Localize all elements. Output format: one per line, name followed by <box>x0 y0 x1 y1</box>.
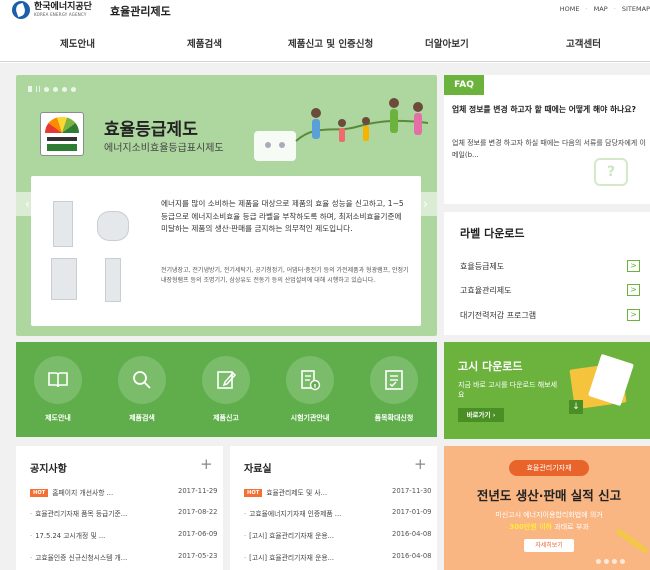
hero-slider: 효율등급제도 에너지소비효율등급표시제도 ‹ › 에너지를 많이 소비하는 제품… <box>16 75 437 336</box>
edit-icon <box>217 371 237 389</box>
arrow-right-icon[interactable]: > <box>627 260 640 272</box>
air-purifier-icon <box>105 258 121 302</box>
faq-question[interactable]: 업체 정보를 변경 하고자 할 때에는 어떻게 해야 하나요? <box>452 103 647 116</box>
checklist-icon <box>385 370 403 390</box>
notice-download-subtitle: 지금 바로 고시를 다운로드 해보세요 <box>458 381 558 399</box>
table-row[interactable]: HOT 홈페이지 개선사항 ... 2017-11-29 <box>30 487 218 497</box>
main-nav: 제도안내 제품검색 제품신고 및 인증신청 더알아보기 고객센터 <box>0 22 650 62</box>
notice-download-title: 고시 다운로드 <box>458 360 523 373</box>
nav-system-guide[interactable]: 제도안내 <box>60 36 95 50</box>
slide-dot[interactable] <box>44 86 49 92</box>
logo-name-en: KOREA ENERGY AGENCY <box>34 12 87 17</box>
promo-slide-dots <box>596 559 625 564</box>
quick-system-guide[interactable]: 제도안내 <box>16 342 100 437</box>
slide-dot[interactable] <box>71 86 76 92</box>
pause-icon[interactable] <box>36 86 40 92</box>
book-icon <box>48 372 68 388</box>
utility-links: HOME · MAP · SITEMAP <box>559 5 650 13</box>
notice-download-panel: 고시 다운로드 지금 바로 고시를 다운로드 해보세요 바로가기 › ↓ <box>444 342 650 439</box>
logo-name-kr: 한국에너지공단 <box>34 2 92 12</box>
promo-title: 전년도 생산·판매 실적 신고 <box>476 488 622 503</box>
top-bar: 한국에너지공단 KOREA ENERGY AGENCY 효율관리제도 HOME … <box>0 0 650 22</box>
site-title[interactable]: 효율관리제도 <box>110 3 171 19</box>
hot-badge: HOT <box>244 489 263 497</box>
play-icon[interactable] <box>28 86 32 92</box>
table-row[interactable]: HOT 효율관리제도 및 사... 2017-11-30 <box>244 487 432 497</box>
promo-line-1: 미신고시 에너지이용합리화법에 의거 <box>495 511 603 519</box>
quick-test-lab-guide[interactable]: 시험기관안내 <box>268 342 352 437</box>
rice-cooker-icon <box>97 211 129 241</box>
table-row[interactable]: · [고시] 효율관리기자재 운용... 2016-04-08 <box>244 552 432 562</box>
quick-product-search[interactable]: 제품검색 <box>100 342 184 437</box>
slider-controls <box>28 86 76 92</box>
slide-dot[interactable] <box>62 86 67 92</box>
table-row[interactable]: · 고효율에너지기자재 인증제품 ... 2017-01-09 <box>244 508 432 518</box>
notice-more-plus-icon[interactable]: + <box>200 455 213 473</box>
search-icon <box>133 371 151 389</box>
hero-title: 효율등급제도 <box>104 120 198 140</box>
washer-icon <box>51 258 77 300</box>
arrow-right-icon[interactable]: > <box>627 284 640 296</box>
notice-board: 공지사항 + HOT 홈페이지 개선사항 ... 2017-11-29 · 효율관리… <box>16 446 223 570</box>
hero-note: 전기냉장고, 전기냉방기, 전기세탁기, 공기청정기, 어댑터·충전기 등의 가… <box>161 267 409 284</box>
label-item-standby-power[interactable]: 대기전력저감 프로그램 > <box>460 309 640 321</box>
table-row[interactable]: · 효율관리기자재 품목 등급기준... 2017-08-22 <box>30 508 218 518</box>
faq-panel[interactable]: FAQ 업체 정보를 변경 하고자 할 때에는 어떻게 해야 하나요? 업체 정… <box>444 75 650 204</box>
hero-subtitle: 에너지소비효율등급표시제도 <box>104 143 224 154</box>
slide-dot[interactable] <box>604 559 609 564</box>
promo-tag: 효율관리기자재 <box>509 460 589 476</box>
slide-dot[interactable] <box>596 559 601 564</box>
quick-product-report[interactable]: 제품신고 <box>184 342 268 437</box>
resource-more-plus-icon[interactable]: + <box>414 455 427 473</box>
nav-customer-center[interactable]: 고객센터 <box>566 36 601 50</box>
go-now-button[interactable]: 바로가기 › <box>458 408 504 422</box>
notice-board-title: 공지사항 <box>30 464 67 475</box>
air-conditioner-icon <box>53 201 73 247</box>
label-item-efficiency-grade[interactable]: 효율등급제도 > <box>460 260 640 272</box>
promo-details-button[interactable]: 자세히보기 <box>524 539 574 552</box>
agency-logo-icon <box>12 1 30 19</box>
label-item-high-efficiency[interactable]: 고효율관리제도 > <box>460 284 640 296</box>
download-icon: ↓ <box>569 400 583 414</box>
quick-item-expansion-request[interactable]: 품목확대신청 <box>352 342 436 437</box>
resource-board-title: 자료실 <box>244 464 272 475</box>
agency-logo[interactable]: 한국에너지공단 KOREA ENERGY AGENCY <box>12 1 92 19</box>
slide-dot[interactable] <box>620 559 625 564</box>
nav-learn-more[interactable]: 더알아보기 <box>425 36 469 50</box>
table-row[interactable]: · 17.5.24 고시개정 및 ... 2017-06-09 <box>30 530 218 540</box>
label-download-panel: 라벨 다운로드 효율등급제도 > 고효율관리제도 > 대기전력저감 프로그램 > <box>444 212 650 335</box>
document-info-icon <box>301 370 321 391</box>
table-row[interactable]: · [고시] 효율관리기자재 운용... 2016-04-08 <box>244 530 432 540</box>
resource-board: 자료실 + HOT 효율관리제도 및 사... 2017-11-30 · 고효율에너… <box>230 446 437 570</box>
nav-report-certification[interactable]: 제품신고 및 인증신청 <box>288 36 373 50</box>
promo-banner[interactable]: 효율관리기자재 전년도 생산·판매 실적 신고 미신고시 에너지이용합리화법에 … <box>444 446 650 570</box>
table-row[interactable]: · 고효율인증 신규신청시스템 개... 2017-05-23 <box>30 552 218 562</box>
speech-bubble-icon: ? <box>594 158 628 186</box>
home-link[interactable]: HOME <box>560 5 580 13</box>
efficiency-label-icon <box>40 112 84 156</box>
hero-info-card: 에너지를 많이 소비하는 제품을 대상으로 제품의 효율 성능을 신고하고, 1… <box>31 176 421 326</box>
quick-menu: 제도안내 제품검색 제품신고 시험기관안내 품목확대신청 <box>16 342 437 437</box>
pencil-icon <box>615 528 649 554</box>
nav-product-search[interactable]: 제품검색 <box>187 36 222 50</box>
sitemap-link[interactable]: SITEMAP <box>622 5 650 13</box>
arrow-right-icon[interactable]: > <box>627 309 640 321</box>
hot-badge: HOT <box>30 489 49 497</box>
slide-dot[interactable] <box>612 559 617 564</box>
faq-label: FAQ <box>444 75 484 95</box>
map-link[interactable]: MAP <box>594 5 608 13</box>
label-download-title: 라벨 다운로드 <box>460 227 525 240</box>
family-plug-illustration <box>254 98 429 161</box>
hero-description: 에너지를 많이 소비하는 제품을 대상으로 제품의 효율 성능을 신고하고, 1… <box>161 199 404 233</box>
slide-dot[interactable] <box>53 86 58 92</box>
